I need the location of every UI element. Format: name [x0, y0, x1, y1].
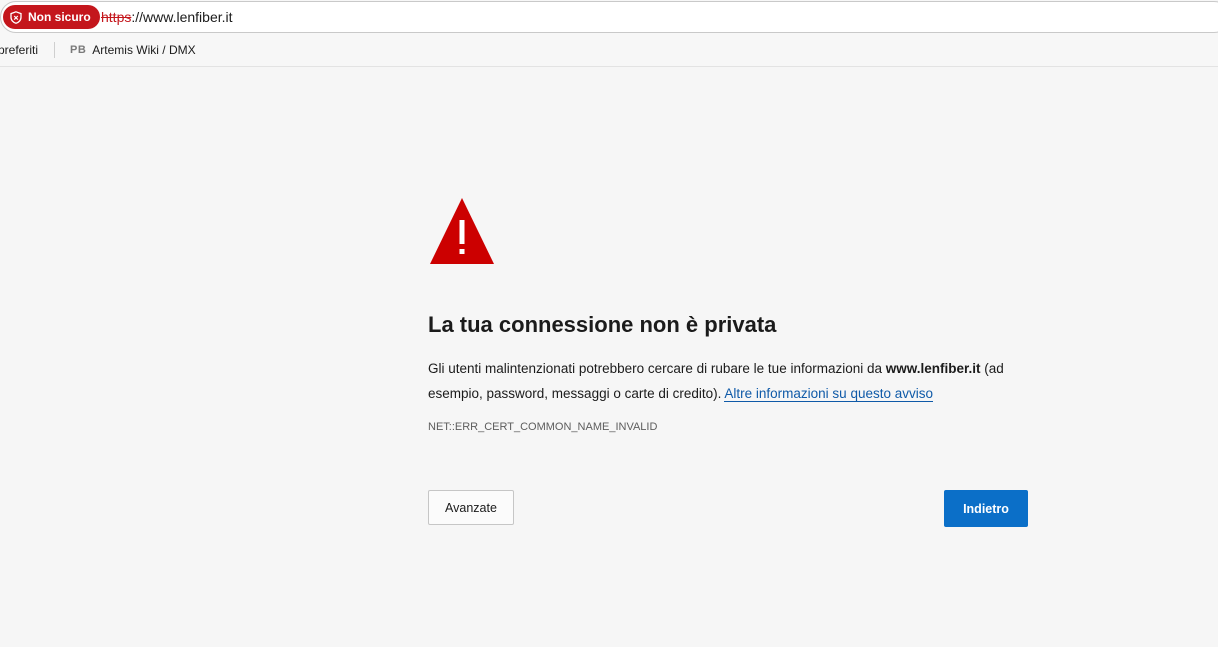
address-bar[interactable]: Non sicuro https://www.lenfiber.it	[0, 1, 1218, 33]
security-indicator-button[interactable]: Non sicuro	[3, 5, 100, 29]
description-domain: www.lenfiber.it	[885, 361, 981, 376]
advanced-button[interactable]: Avanzate	[428, 490, 514, 525]
back-button[interactable]: Indietro	[944, 490, 1028, 527]
favicon-icon: PB	[70, 44, 87, 56]
url-scheme: https	[101, 9, 132, 25]
learn-more-link[interactable]: Altre informazioni su questo avviso	[724, 386, 933, 402]
favorites-item-artemis-wiki[interactable]: PB Artemis Wiki / DMX	[70, 43, 196, 57]
warning-triangle-icon	[430, 198, 494, 264]
security-label: Non sicuro	[28, 10, 91, 24]
error-description: Gli utenti malintenzionati potrebbero ce…	[428, 356, 1028, 406]
favorites-item-preferiti[interactable]: preferiti	[0, 43, 38, 57]
favorites-item-label: Artemis Wiki / DMX	[92, 43, 196, 57]
page-title: La tua connessione non è privata	[428, 312, 777, 337]
url-text[interactable]: https://www.lenfiber.it	[101, 9, 233, 25]
favorites-separator	[54, 42, 55, 58]
shield-icon	[10, 10, 22, 24]
browser-toolbar: Non sicuro https://www.lenfiber.it	[0, 0, 1218, 34]
favorites-bar: preferiti PB Artemis Wiki / DMX	[0, 34, 1218, 67]
description-text: Gli utenti malintenzionati potrebbero ce…	[428, 361, 886, 376]
error-code: NET::ERR_CERT_COMMON_NAME_INVALID	[428, 421, 658, 433]
url-host: ://www.lenfiber.it	[131, 9, 233, 25]
